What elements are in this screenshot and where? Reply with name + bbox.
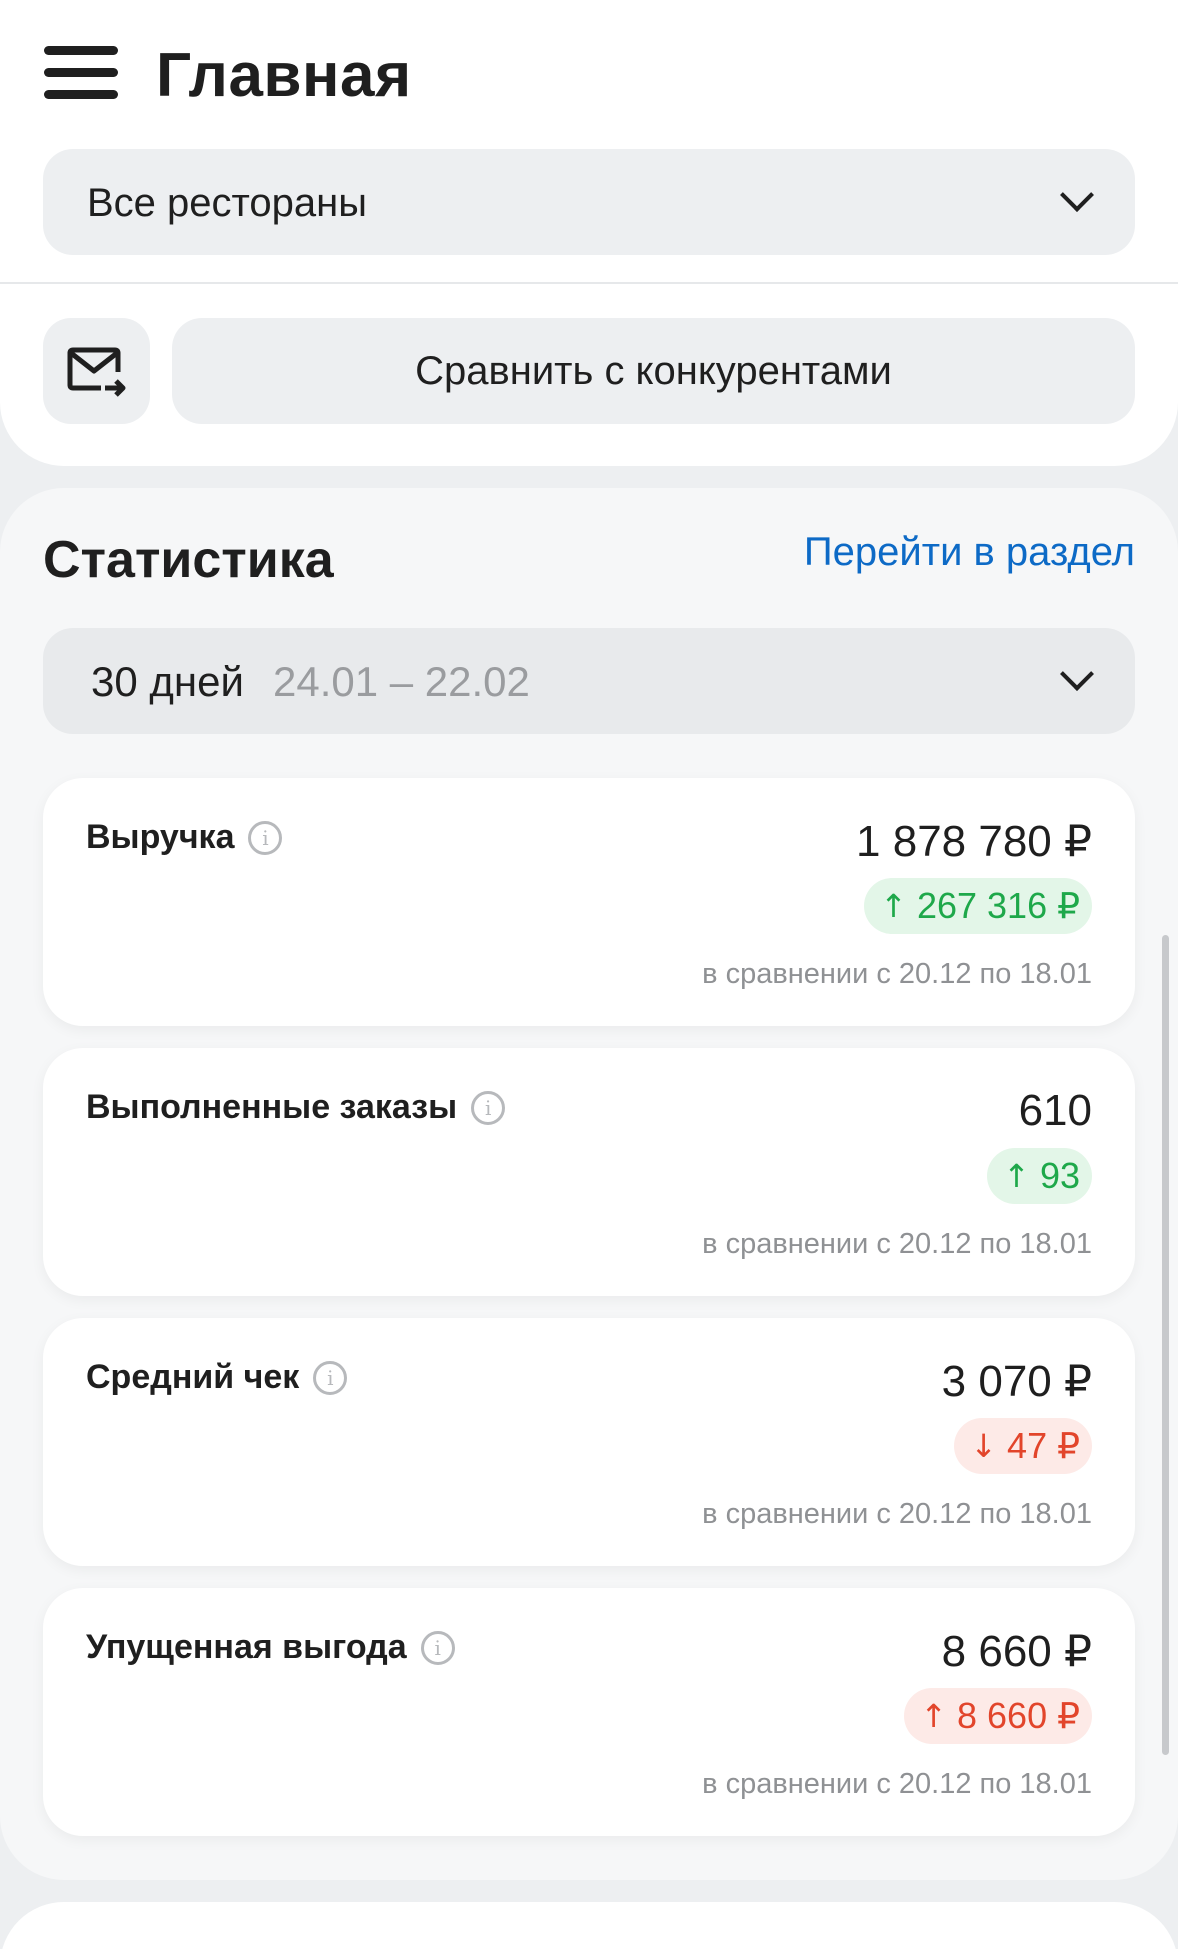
period-select[interactable]: 30 дней 24.01 – 22.02 — [43, 628, 1135, 734]
stat-card-average-check[interactable]: Средний чек i 3 070 ₽ ↓ 47 ₽ в сравнении… — [43, 1318, 1135, 1566]
arrow-up-icon: ↑ — [920, 1697, 947, 1735]
restaurant-select[interactable]: Все рестораны — [43, 149, 1135, 255]
stat-card-delta-value: 93 — [1039, 1155, 1080, 1196]
next-section-block — [0, 1902, 1178, 1949]
stat-card-delta: ↑ 93 — [987, 1148, 1092, 1204]
stat-card-delta: ↓ 47 ₽ — [954, 1418, 1092, 1474]
period-label: 30 дней — [91, 658, 244, 705]
info-icon[interactable]: i — [420, 1630, 455, 1665]
header-block: Главная Все рестораны Сравнить с конкуре… — [0, 0, 1178, 466]
page-title: Главная — [156, 41, 412, 110]
info-icon[interactable]: i — [248, 820, 283, 855]
stat-card-label: Выручка i — [86, 818, 283, 857]
mail-arrow-icon — [67, 347, 126, 397]
main-page: Главная Все рестораны Сравнить с конкуре… — [0, 0, 1178, 1949]
stat-card-value: 8 660 ₽ — [941, 1627, 1092, 1676]
stat-card-label-text: Упущенная выгода — [86, 1628, 407, 1666]
stat-card-compare-text: в сравнении с 20.12 по 18.01 — [702, 1498, 1092, 1530]
chevron-down-icon — [1060, 657, 1094, 691]
stat-card-delta: ↑ 267 316 ₽ — [864, 878, 1092, 934]
stat-card-compare-text: в сравнении с 20.12 по 18.01 — [702, 958, 1092, 990]
stat-card-label: Упущенная выгода i — [86, 1628, 455, 1667]
arrow-down-icon: ↓ — [970, 1427, 998, 1465]
stat-card-value: 610 — [1018, 1086, 1092, 1135]
stat-card-lost-profit[interactable]: Упущенная выгода i 8 660 ₽ ↑ 8 660 ₽ в с… — [43, 1588, 1135, 1836]
scrollbar[interactable] — [1162, 935, 1169, 1755]
stat-card-delta-value: 267 316 ₽ — [916, 885, 1080, 926]
stat-card-value: 3 070 ₽ — [941, 1357, 1092, 1406]
arrow-up-icon: ↑ — [880, 887, 907, 925]
statistics-section: Статистика Перейти в раздел 30 дней 24.0… — [0, 488, 1178, 1880]
mail-export-button[interactable] — [43, 318, 150, 424]
stat-card-delta: ↑ 8 660 ₽ — [904, 1688, 1092, 1744]
stat-card-compare-text: в сравнении с 20.12 по 18.01 — [702, 1768, 1092, 1800]
top-bar: Главная — [0, 0, 1178, 150]
stat-card-label-text: Средний чек — [86, 1358, 300, 1396]
info-icon[interactable]: i — [313, 1360, 348, 1395]
info-icon[interactable]: i — [471, 1090, 506, 1125]
divider — [0, 282, 1178, 284]
period-range: 24.01 – 22.02 — [273, 658, 530, 705]
stat-card-label-text: Выполненные заказы — [86, 1088, 458, 1126]
stat-card-compare-text: в сравнении с 20.12 по 18.01 — [702, 1228, 1092, 1260]
statistics-title: Статистика — [43, 531, 334, 589]
stat-card-label: Выполненные заказы i — [86, 1088, 506, 1127]
stat-card-completed-orders[interactable]: Выполненные заказы i 610 ↑ 93 в сравнени… — [43, 1048, 1135, 1296]
stat-card-label: Средний чек i — [86, 1358, 348, 1397]
menu-line — [44, 90, 118, 99]
stat-card-delta-value: 47 ₽ — [1007, 1425, 1080, 1466]
arrow-up-icon: ↑ — [1003, 1157, 1030, 1195]
compare-with-competitors-button[interactable]: Сравнить с конкурентами — [172, 318, 1135, 424]
stat-card-delta-value: 8 660 ₽ — [957, 1695, 1080, 1736]
stat-card-label-text: Выручка — [86, 818, 235, 856]
chevron-down-icon — [1060, 178, 1094, 212]
menu-line — [44, 46, 118, 55]
go-to-section-link[interactable]: Перейти в раздел — [804, 530, 1135, 575]
hamburger-menu-icon[interactable] — [44, 46, 118, 100]
menu-line — [44, 68, 118, 77]
stat-card-value: 1 878 780 ₽ — [856, 817, 1092, 866]
stat-card-revenue[interactable]: Выручка i 1 878 780 ₽ ↑ 267 316 ₽ в срав… — [43, 778, 1135, 1026]
restaurant-select-value: Все рестораны — [87, 181, 367, 225]
